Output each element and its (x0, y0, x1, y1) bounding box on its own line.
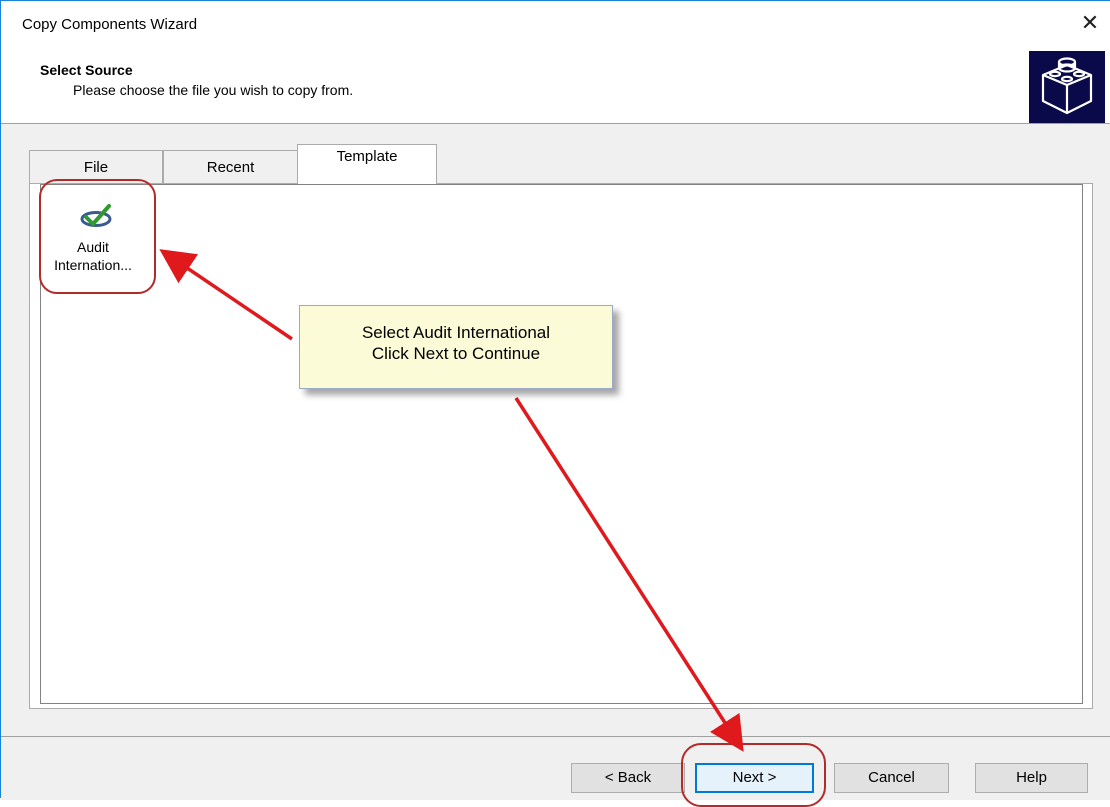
window-title: Copy Components Wizard (22, 16, 198, 33)
page-title: Select Source (40, 62, 133, 78)
next-button-highlight-ring (681, 743, 826, 807)
close-icon[interactable]: ✕ (1070, 7, 1110, 39)
title-bar: Copy Components Wizard ✕ (1, 1, 1110, 51)
instruction-callout: Select Audit International Click Next to… (299, 305, 613, 389)
file-item-highlight-ring (39, 179, 156, 294)
wizard-content: File Recent Template Audit Internation..… (1, 124, 1110, 736)
callout-line1: Select Audit International (361, 323, 551, 342)
wizard-window: Copy Components Wizard ✕ Select Source P… (0, 0, 1110, 800)
cancel-button[interactable]: Cancel (834, 763, 949, 793)
page-subtitle: Please choose the file you wish to copy … (73, 82, 354, 98)
wizard-header: Select Source Please choose the file you… (1, 51, 1110, 124)
cube-icon (1029, 51, 1105, 123)
back-button[interactable]: < Back (571, 763, 685, 793)
help-button[interactable]: Help (975, 763, 1088, 793)
template-tab-panel: Audit Internation... (29, 183, 1093, 709)
wizard-footer: < Back Next > Cancel Help (1, 736, 1110, 800)
tab-recent[interactable]: Recent (163, 150, 298, 183)
callout-line2: Click Next to Continue (371, 344, 541, 363)
tab-template[interactable]: Template (297, 144, 437, 184)
template-file-list[interactable]: Audit Internation... (40, 184, 1083, 704)
